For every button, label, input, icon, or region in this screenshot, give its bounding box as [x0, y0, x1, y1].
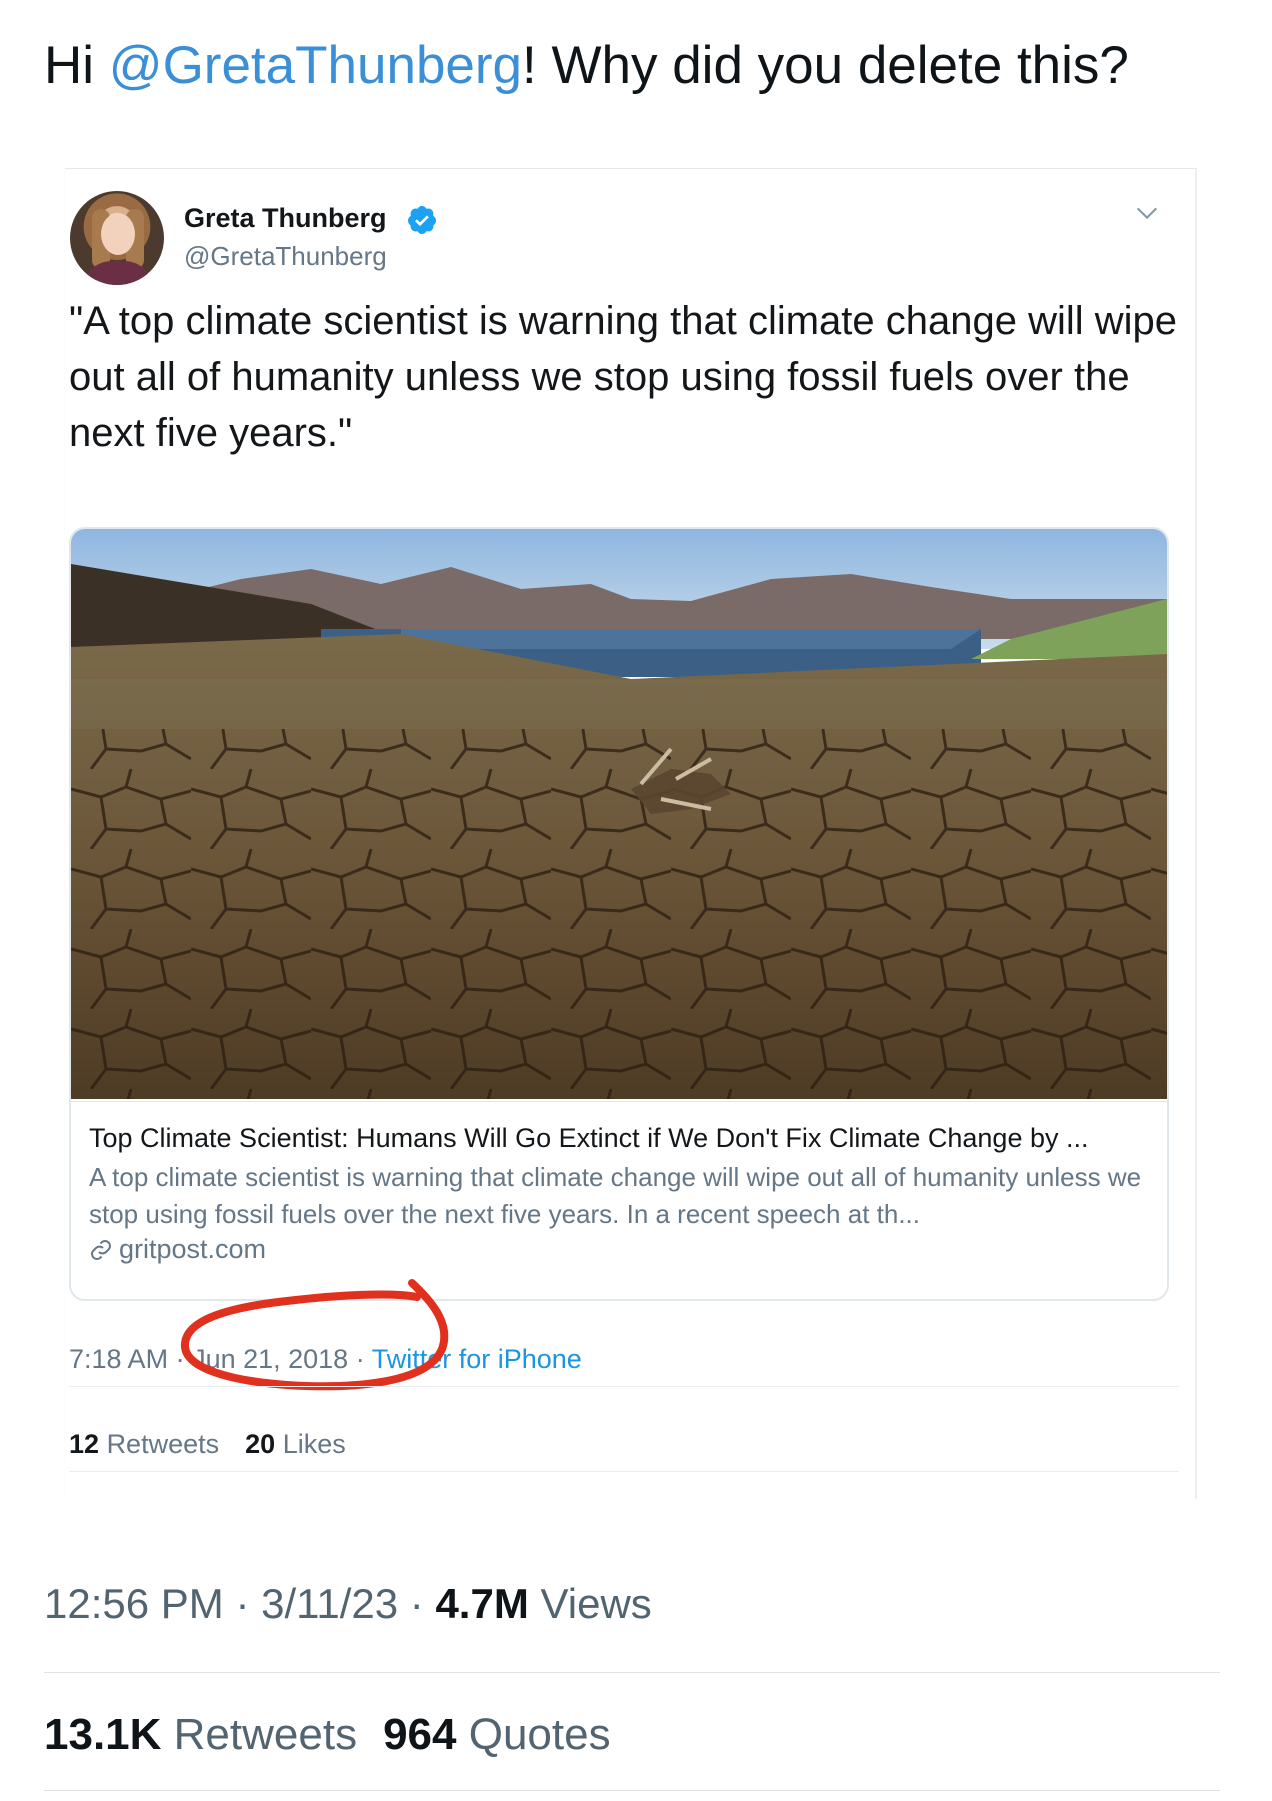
chevron-down-icon[interactable] — [1133, 199, 1161, 227]
post-text-prefix: Hi — [44, 36, 109, 95]
embedded-likes-count[interactable]: 20 — [245, 1429, 275, 1459]
post-text: Hi @GretaThunberg! Why did you delete th… — [44, 34, 1129, 98]
quotes-label[interactable]: Quotes — [469, 1710, 611, 1759]
link-icon — [91, 1239, 111, 1260]
card-body: Top Climate Scientist: Humans Will Go Ex… — [71, 1101, 1167, 1298]
mention-link[interactable]: @GretaThunberg — [109, 36, 522, 95]
divider-bottom — [44, 1790, 1220, 1791]
embedded-retweets-count[interactable]: 12 — [69, 1429, 99, 1459]
views-count: 4.7M — [435, 1580, 529, 1627]
link-card[interactable]: Top Climate Scientist: Humans Will Go Ex… — [69, 527, 1169, 1301]
post-date[interactable]: 3/11/23 — [261, 1580, 398, 1627]
avatar[interactable] — [70, 191, 164, 285]
post-stats: 13.1K Retweets 964 Quotes — [44, 1710, 611, 1760]
card-domain-text: gritpost.com — [119, 1234, 267, 1264]
post-time[interactable]: 12:56 PM — [44, 1580, 224, 1627]
embedded-time[interactable]: 7:18 AM — [69, 1344, 168, 1374]
card-description: A top climate scientist is warning that … — [89, 1162, 1142, 1229]
post-timestamp: 12:56 PM · 3/11/23 · 4.7M Views — [44, 1580, 652, 1627]
card-domain[interactable]: gritpost.com — [89, 1234, 266, 1265]
card-title[interactable]: Top Climate Scientist: Humans Will Go Ex… — [89, 1120, 1149, 1156]
retweets-count[interactable]: 13.1K — [44, 1710, 161, 1759]
embedded-tweet-screenshot: Greta Thunberg @GretaThunberg "A top cli… — [65, 168, 1197, 1499]
embedded-likes-label[interactable]: Likes — [283, 1429, 346, 1459]
post-text-suffix: ! Why did you delete this? — [522, 36, 1129, 95]
views-label: Views — [540, 1580, 652, 1627]
author-handle[interactable]: @GretaThunberg — [184, 241, 387, 272]
retweets-label[interactable]: Retweets — [174, 1710, 357, 1759]
embedded-retweets-label[interactable]: Retweets — [107, 1429, 220, 1459]
card-image — [71, 529, 1167, 1099]
quotes-count[interactable]: 964 — [383, 1710, 456, 1759]
embedded-tweet-text: "A top climate scientist is warning that… — [69, 299, 1178, 455]
verified-badge-icon — [408, 206, 436, 235]
divider — [44, 1672, 1220, 1673]
inner-divider-bottom — [69, 1471, 1179, 1472]
embedded-source[interactable]: Twitter for iPhone — [372, 1344, 582, 1374]
author-name[interactable]: Greta Thunberg — [184, 203, 387, 234]
inner-divider — [69, 1386, 1179, 1387]
embedded-date[interactable]: Jun 21, 2018 — [192, 1344, 348, 1374]
embedded-tweet-meta: 7:18 AM · Jun 21, 2018 · Twitter for iPh… — [69, 1344, 582, 1374]
embedded-stats: 12 Retweets 20 Likes — [69, 1429, 346, 1460]
